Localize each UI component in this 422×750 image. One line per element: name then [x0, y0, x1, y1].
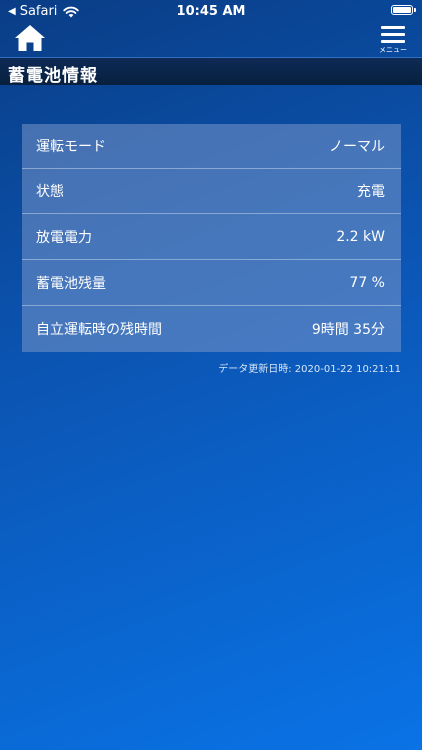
title-bar: 蓄電池情報	[0, 57, 422, 86]
hamburger-menu-icon	[381, 26, 405, 43]
row-value: 9時間 35分	[311, 322, 385, 338]
row-value: 充電	[357, 184, 385, 200]
row-label: 状態	[36, 184, 64, 200]
home-button[interactable]	[14, 24, 46, 52]
menu-label: メニュー	[379, 46, 407, 54]
row-label: 蓄電池残量	[36, 275, 106, 292]
row-value: 77 %	[349, 274, 385, 291]
row-label: 放電電力	[36, 229, 92, 246]
status-time: 10:45 AM	[176, 4, 246, 19]
menu-button[interactable]: メニュー	[378, 26, 408, 56]
table-row-standalone-remaining-time: 自立運転時の残時間 9時間 35分	[22, 306, 401, 352]
home-icon	[15, 25, 45, 51]
updated-value: 2020-01-22 10:21:11	[294, 364, 401, 375]
row-label: 運転モード	[36, 139, 106, 155]
row-value: ノーマル	[329, 139, 385, 155]
table-row-status: 状態 充電	[22, 169, 401, 214]
page-title: 蓄電池情報	[8, 66, 98, 86]
updated-label: データ更新日時:	[218, 364, 292, 375]
status-bar: ◀ Safari 10:45 AM	[0, 0, 422, 22]
battery-icon	[391, 5, 416, 15]
table-row-battery-remaining: 蓄電池残量 77 %	[22, 260, 401, 306]
table-row-discharge-power: 放電電力 2.2 kW	[22, 214, 401, 260]
nav-bar: メニュー	[0, 22, 422, 56]
table-row-operation-mode: 運転モード ノーマル	[22, 124, 401, 169]
row-value: 2.2 kW	[336, 228, 385, 245]
battery-level	[393, 7, 411, 13]
data-updated-timestamp: データ更新日時: 2020-01-22 10:21:11	[218, 360, 401, 375]
row-label: 自立運転時の残時間	[36, 322, 162, 338]
battery-info-table: 運転モード ノーマル 状態 充電 放電電力 2.2 kW 蓄電池残量 77 % …	[22, 124, 401, 352]
